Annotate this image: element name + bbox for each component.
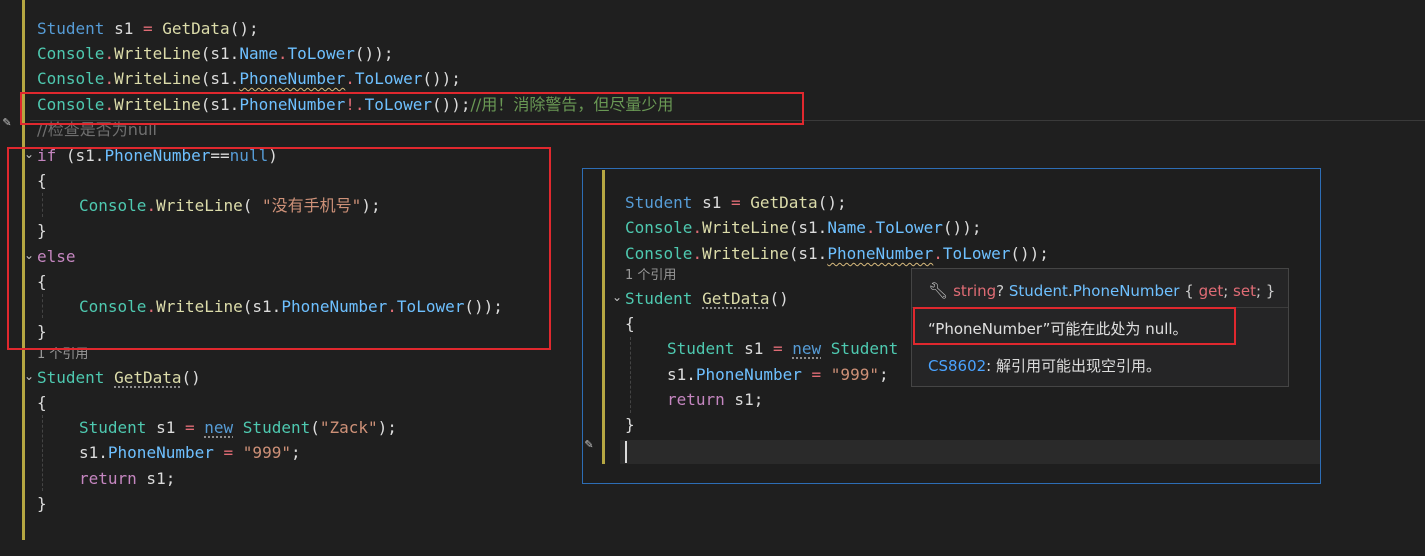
- pen-icon: ✎: [2, 116, 12, 129]
- peek-change-indicator-bar: [602, 170, 605, 464]
- pen-icon: ✎: [584, 438, 594, 451]
- code-line-19[interactable]: return s1;: [79, 467, 175, 491]
- peek-code-line-7[interactable]: Student s1 = new Student: [667, 337, 898, 361]
- wrench-icon: 🔧︎: [928, 281, 949, 300]
- code-line-2[interactable]: Console.WriteLine(s1.Name.ToLower());: [37, 42, 393, 66]
- peek-codelens-references[interactable]: 1 个引用: [625, 267, 676, 285]
- code-editor[interactable]: ✎ Student s1 = GetData(); Console.WriteL…: [0, 0, 1425, 556]
- peek-current-line: [620, 440, 1320, 464]
- peek-code-line-2[interactable]: Console.WriteLine(s1.Name.ToLower());: [625, 216, 981, 240]
- code-line-16[interactable]: {: [37, 391, 47, 415]
- peek-code-line-8[interactable]: s1.PhoneNumber = "999";: [667, 363, 889, 387]
- indent-guide: [630, 337, 631, 413]
- peek-code-line-9[interactable]: return s1;: [667, 388, 763, 412]
- code-line-20[interactable]: }: [37, 492, 47, 516]
- tooltip-diagnostic: CS8602: 解引用可能出现空引用。: [928, 357, 1161, 375]
- text-cursor: [625, 441, 627, 463]
- highlight-box-null-warning: [913, 307, 1236, 345]
- tooltip-signature: 🔧︎ string? Student.PhoneNumber { get; se…: [928, 281, 1276, 300]
- peek-code-line-1[interactable]: Student s1 = GetData();: [625, 191, 847, 215]
- peek-code-line-5[interactable]: Student GetData(): [625, 287, 789, 311]
- highlight-box-bang-operator: [20, 92, 804, 125]
- fold-chevron-icon[interactable]: ⌄: [610, 290, 624, 304]
- indent-guide: [42, 415, 43, 491]
- peek-code-line-3[interactable]: Console.WriteLine(s1.PhoneNumber.ToLower…: [625, 242, 1049, 266]
- code-line-18[interactable]: s1.PhoneNumber = "999";: [79, 441, 301, 465]
- diagnostic-code-link[interactable]: CS8602: [928, 357, 986, 375]
- code-line-3[interactable]: Console.WriteLine(s1.PhoneNumber.ToLower…: [37, 67, 461, 91]
- highlight-box-null-check: [7, 147, 551, 350]
- peek-code-line-6[interactable]: {: [625, 312, 635, 336]
- fold-chevron-icon[interactable]: ⌄: [22, 369, 36, 383]
- code-line-15[interactable]: Student GetData(): [37, 366, 201, 390]
- code-line-1[interactable]: Student s1 = GetData();: [37, 17, 259, 41]
- peek-code-line-10[interactable]: }: [625, 413, 635, 437]
- code-line-17[interactable]: Student s1 = new Student("Zack");: [79, 416, 397, 440]
